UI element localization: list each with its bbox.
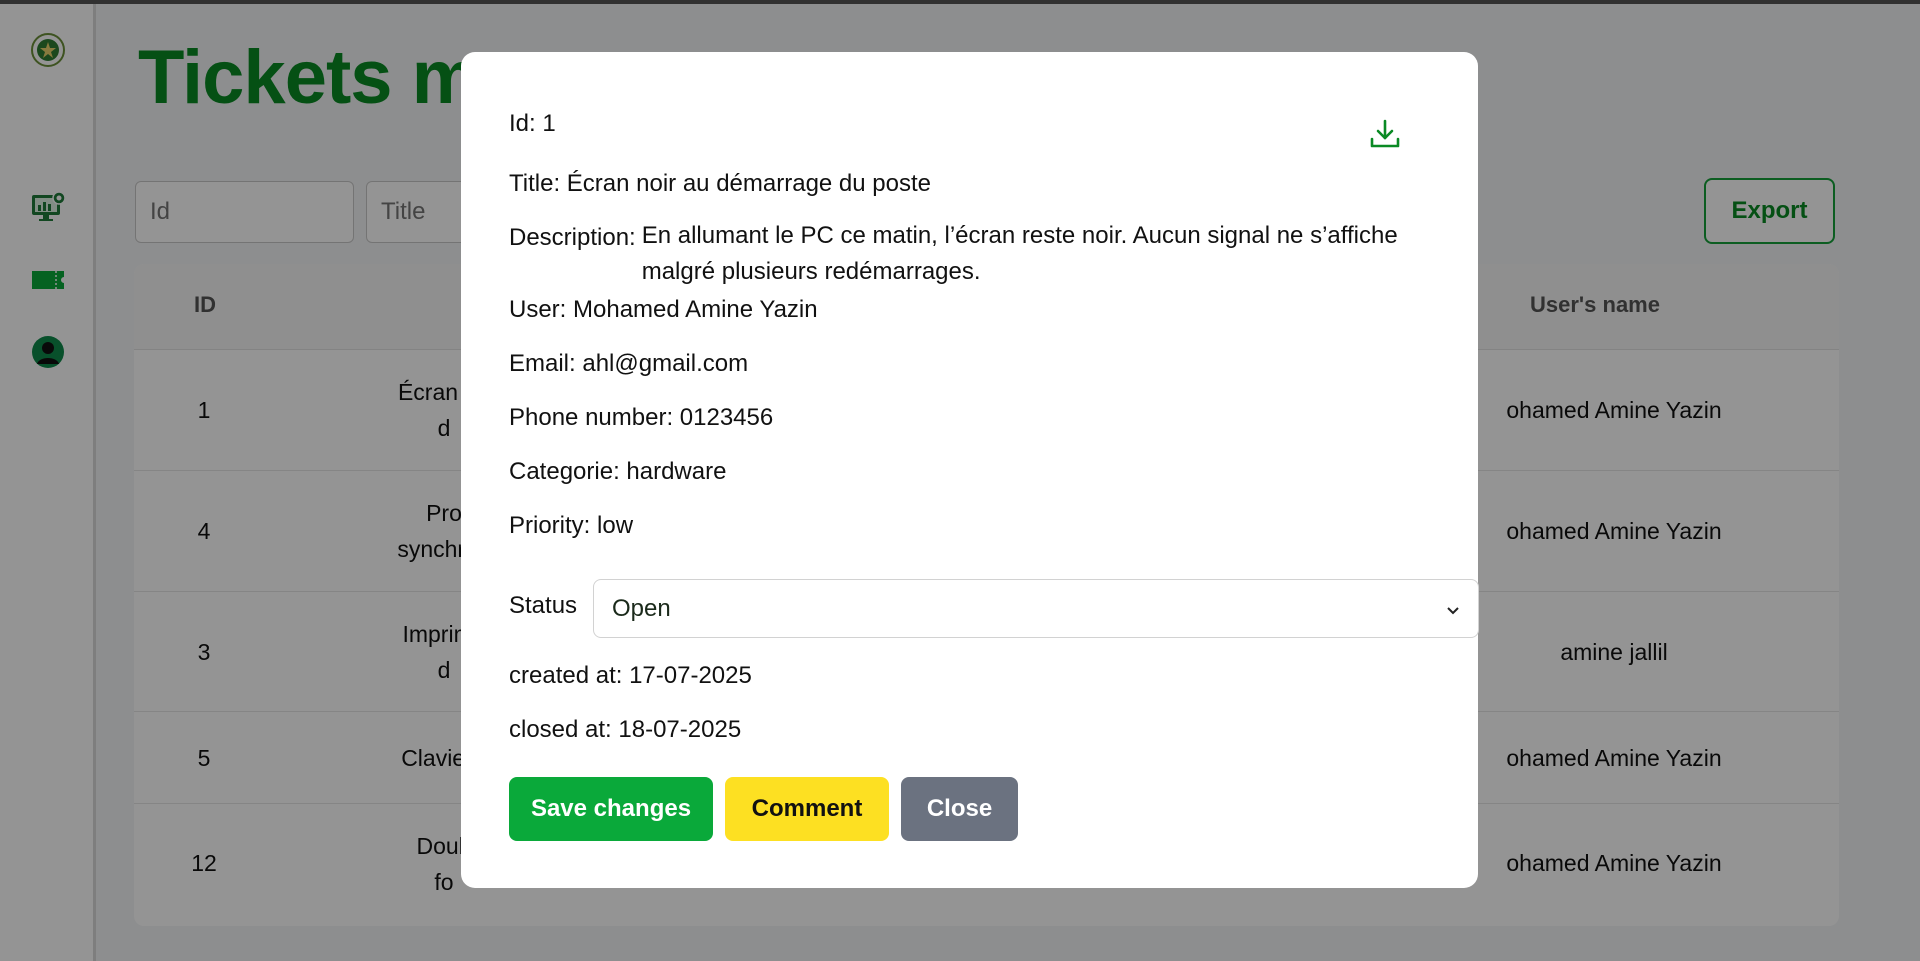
ticket-category: Categorie: hardware — [509, 458, 727, 485]
download-icon[interactable] — [1365, 114, 1405, 154]
ticket-email: Email: ahl@gmail.com — [509, 350, 749, 377]
description-label: Description: — [509, 224, 636, 251]
ticket-phone: Phone number: 0123456 — [509, 404, 774, 431]
save-changes-button[interactable]: Save changes — [509, 777, 713, 841]
ticket-id: Id: 1 — [509, 110, 556, 137]
ticket-details-modal: Id: 1 Title: Écran noir au démarrage du … — [461, 52, 1479, 888]
close-button[interactable]: Close — [901, 777, 1018, 841]
ticket-closed-at: closed at: 18-07-2025 — [509, 716, 742, 743]
ticket-user: User: Mohamed Amine Yazin — [509, 296, 818, 323]
ticket-priority: Priority: low — [509, 512, 634, 539]
status-selected-value: Open — [612, 594, 671, 622]
comment-button[interactable]: Comment — [725, 777, 889, 841]
ticket-created-at: created at: 17-07-2025 — [509, 662, 752, 689]
ticket-title: Title: Écran noir au démarrage du poste — [509, 170, 932, 197]
ticket-description: Description: En allumant le PC ce matin,… — [509, 222, 1429, 290]
chevron-down-icon — [1446, 595, 1460, 623]
status-select[interactable]: Open — [593, 579, 1479, 638]
status-label: Status — [509, 592, 578, 619]
description-text: En allumant le PC ce matin, l’écran rest… — [641, 222, 1398, 285]
